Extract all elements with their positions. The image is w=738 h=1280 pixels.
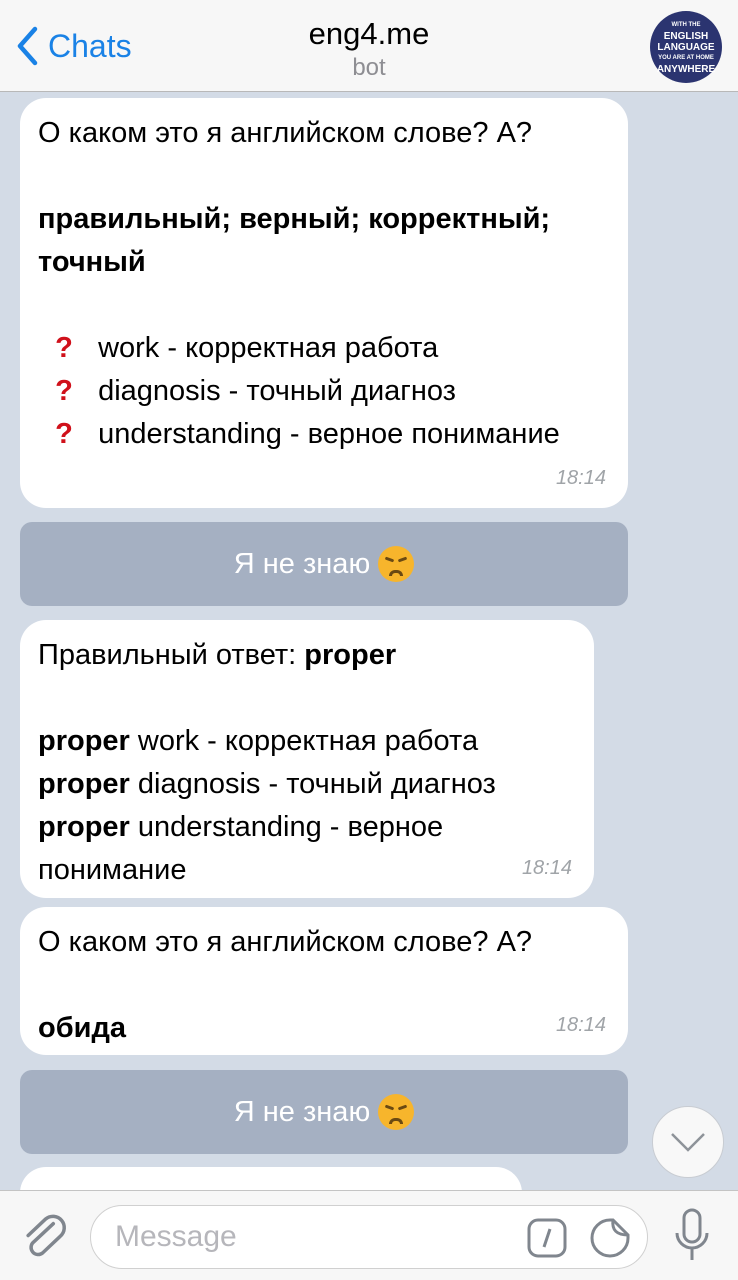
answer-prefix: Правильный ответ:	[38, 639, 305, 671]
message-time: 18:14	[555, 467, 606, 489]
microphone-icon[interactable]	[672, 1207, 712, 1263]
input-bar: Message	[0, 1190, 738, 1280]
disappointed-face-icon	[378, 1094, 415, 1130]
bot-command-icon[interactable]	[527, 1218, 567, 1258]
chat-header: Chats eng4.me bot WITH THE ENGLISH LANGU…	[0, 0, 738, 92]
avatar-text: WITH THE	[671, 21, 701, 28]
message-time: 18:14	[555, 1014, 606, 1036]
message-bubble: О каком это я английском слове? A? прави…	[20, 98, 628, 508]
question-mark-icon: ?	[55, 418, 73, 450]
message-question: О каком это я английском слове? A?	[38, 926, 533, 958]
avatar-text: LANGUAGE	[657, 41, 715, 53]
list-item: proper diagnosis - точный диагноз	[38, 768, 496, 800]
avatar-text: ENGLISH	[663, 30, 709, 42]
chat-subtitle: bot	[352, 54, 386, 81]
list-item: ? understanding - верное понимание	[38, 413, 610, 456]
list-item: proper understanding - верное понимание	[38, 811, 444, 886]
attach-icon[interactable]	[22, 1213, 68, 1263]
list-item: ? diagnosis - точный диагноз	[38, 370, 610, 413]
avatar-text: YOU ARE AT HOME	[658, 54, 714, 61]
dont-know-button[interactable]: Я не знаю	[20, 1070, 628, 1154]
avatar-text: ANYWHERE	[656, 63, 716, 75]
list-item: proper work - корректная работа	[38, 725, 479, 757]
avatar[interactable]: WITH THE ENGLISH LANGUAGE YOU ARE AT HOM…	[650, 11, 722, 83]
question-mark-icon: ?	[55, 375, 73, 407]
question-mark-icon: ?	[55, 332, 73, 364]
message-time: 18:14	[521, 857, 572, 879]
message-definition: правильный; верный; корректный; точный	[38, 203, 551, 278]
dont-know-button[interactable]: Я не знаю	[20, 522, 628, 606]
message-definition: обида	[38, 1012, 126, 1044]
scroll-down-button[interactable]	[652, 1106, 724, 1178]
chat-title[interactable]: eng4.me	[0, 16, 738, 52]
answer-word: proper	[304, 639, 397, 671]
sticker-icon[interactable]	[589, 1217, 631, 1259]
message-question: О каком это я английском слове? A?	[38, 117, 533, 149]
message-bubble: Правильный ответ: proper proper work - к…	[20, 620, 594, 898]
message-input[interactable]: Message	[90, 1205, 648, 1269]
list-item: ? work - корректная работа	[38, 327, 610, 370]
chevron-down-icon	[671, 1133, 705, 1152]
message-bubble: О каком это я английском слове? A? обида…	[20, 907, 628, 1055]
disappointed-face-icon	[378, 546, 415, 582]
message-placeholder: Message	[115, 1220, 237, 1253]
